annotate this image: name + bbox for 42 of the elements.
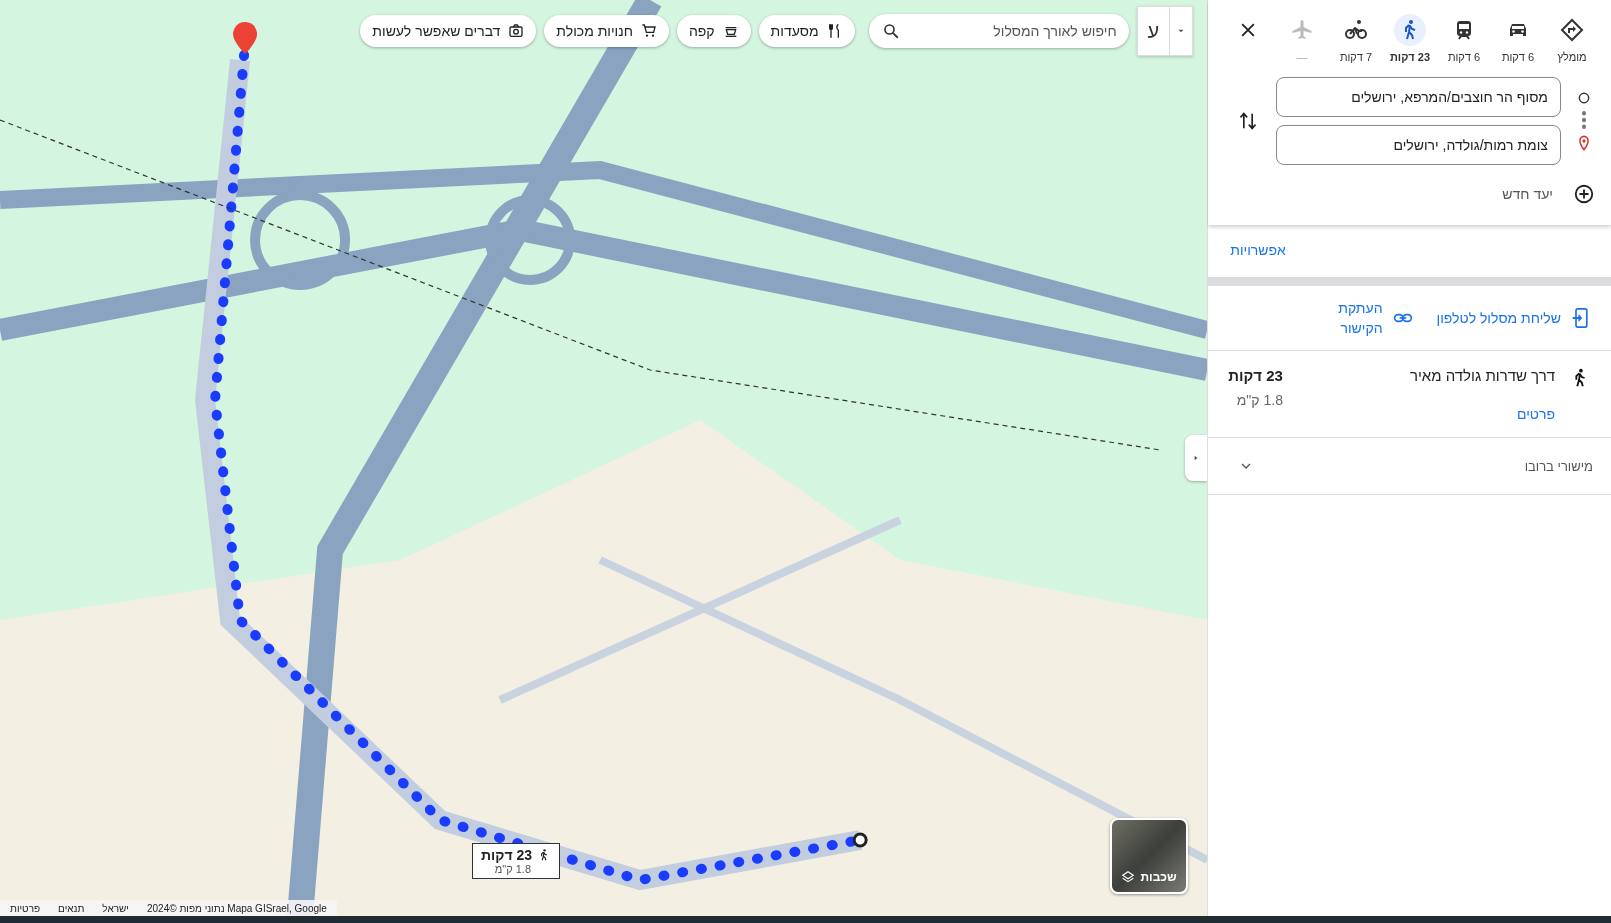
category-chip[interactable]: מסעדות bbox=[758, 15, 855, 47]
category-chip[interactable]: קפה bbox=[676, 15, 751, 47]
category-chip[interactable]: חנויות מכולת bbox=[544, 15, 669, 47]
travel-mode-tab[interactable]: 6 דקות bbox=[1441, 14, 1487, 63]
travel-mode-tab[interactable]: 23 דקות bbox=[1387, 14, 1433, 63]
route-distance: 1.8 ק"מ bbox=[493, 863, 533, 875]
copy-link-button[interactable]: העתקת הקישור bbox=[1332, 298, 1413, 338]
cart-icon bbox=[640, 23, 657, 39]
terrain-summary-row[interactable]: מישורי ברובו bbox=[1208, 438, 1611, 495]
route-distance: 1.8 ק"מ bbox=[1235, 392, 1283, 408]
location-pin-icon bbox=[1577, 135, 1591, 151]
map-data-credit: 2024© נתוני מפות Mapa GISrael, Google bbox=[146, 902, 327, 914]
origin-field[interactable]: מסוף הר חוצבים/המרפא, ירושלים bbox=[1276, 77, 1561, 117]
travel-mode-tab[interactable]: 6 דקות bbox=[1495, 14, 1541, 63]
add-destination-button[interactable]: יעד חדש bbox=[1502, 179, 1595, 209]
start-circle-icon bbox=[1577, 91, 1591, 105]
route-time: 23 דקות bbox=[481, 847, 533, 863]
travel-mode-tab[interactable]: 7 דקות bbox=[1333, 14, 1379, 63]
layers-icon bbox=[1121, 870, 1136, 884]
destination-field[interactable]: צומת רמות/גולדה, ירושלים bbox=[1276, 125, 1561, 165]
search-icon bbox=[881, 22, 900, 40]
bicycle-icon bbox=[1344, 18, 1368, 42]
dots-icon bbox=[1582, 111, 1586, 129]
plus-circle-icon bbox=[1573, 183, 1595, 205]
details-link[interactable]: פרטים bbox=[1517, 406, 1555, 422]
search-field[interactable]: חיפוש לאורך המסלול bbox=[868, 14, 1129, 48]
footer-link[interactable]: תנאים bbox=[58, 902, 85, 914]
input-tools-button[interactable]: ע bbox=[1136, 6, 1194, 56]
footer-link[interactable]: ישראל bbox=[102, 902, 129, 914]
route-name: דרך שדרות גולדה מאיר bbox=[1408, 367, 1555, 384]
category-chip[interactable]: דברים שאפשר לעשות bbox=[360, 15, 537, 47]
route-duration: 23 דקות bbox=[1228, 367, 1283, 384]
footer-link[interactable]: פרטיות bbox=[10, 902, 41, 914]
send-to-phone-link[interactable]: שליחת מסלול לטלפון bbox=[1436, 307, 1591, 329]
send-to-phone-icon bbox=[1571, 307, 1591, 329]
layers-button[interactable]: שכבות bbox=[1110, 818, 1188, 894]
diamond-arrow-icon bbox=[1560, 18, 1584, 42]
swap-arrows-icon bbox=[1238, 110, 1259, 132]
airplane-icon bbox=[1290, 18, 1314, 42]
options-link[interactable]: אפשרויות bbox=[1230, 242, 1286, 258]
travel-mode-tab[interactable]: מומלץ bbox=[1549, 14, 1595, 63]
camera-icon bbox=[508, 23, 525, 39]
